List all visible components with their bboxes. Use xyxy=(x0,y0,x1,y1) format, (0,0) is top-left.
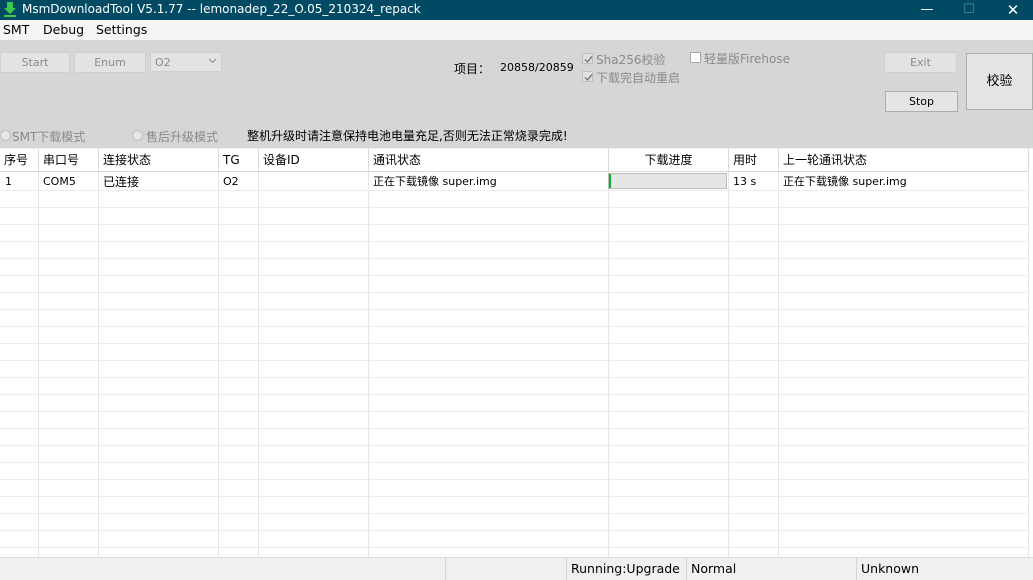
auto-reboot-label: 下载完自动重启 xyxy=(596,71,681,85)
menu-debug[interactable]: Debug xyxy=(43,22,84,37)
start-button[interactable]: Start xyxy=(0,52,70,73)
column-header[interactable]: 连接状态 xyxy=(99,149,219,171)
lite-firehose-checkbox[interactable] xyxy=(690,52,701,63)
column-header[interactable]: 通讯状态 xyxy=(369,149,609,171)
download-progress-bar xyxy=(608,173,727,189)
lite-firehose-label: 轻量版Firehose xyxy=(704,52,790,66)
checkmark-icon xyxy=(584,56,593,64)
smt-mode-label: SMT下载模式 xyxy=(12,130,86,144)
control-panel: Start Enum O2 项目： 20858/20859 Sha256校验 下… xyxy=(0,40,1033,148)
sha256-label: Sha256校验 xyxy=(596,53,666,67)
status-bar: Running:Upgrade Normal Unknown xyxy=(0,557,1033,580)
download-progress-fill xyxy=(609,174,611,188)
minimize-button[interactable]: — xyxy=(904,0,950,20)
window-title: MsmDownloadTool V5.1.77 -- lemonadep_22_… xyxy=(22,2,421,16)
row-prev-status: 正在下载镜像 super.img xyxy=(783,175,907,188)
row-device-id xyxy=(259,173,263,191)
status-mode: Normal xyxy=(686,558,856,580)
close-button[interactable]: ✕ xyxy=(990,0,1033,20)
verify-button[interactable]: 校验 xyxy=(966,53,1033,110)
project-value: 20858/20859 xyxy=(500,61,574,74)
battery-warning: 整机升级时请注意保持电池电量充足,否则无法正常烧录完成! xyxy=(247,129,568,143)
column-header[interactable]: 串口号 xyxy=(39,149,99,171)
column-header[interactable]: TG xyxy=(219,149,259,171)
sha256-checkbox[interactable] xyxy=(582,53,593,64)
maximize-button[interactable]: ☐ xyxy=(946,0,992,20)
table-header: 序号 串口号 连接状态 TG 设备ID 通讯状态 下载进度 用时 上一轮通讯状态 xyxy=(0,149,1029,172)
column-header[interactable]: 上一轮通讯状态 xyxy=(779,149,1029,171)
stop-button[interactable]: Stop xyxy=(885,91,958,112)
after-sales-mode-radio[interactable] xyxy=(132,130,143,141)
target-select-value: O2 xyxy=(155,56,171,69)
menu-settings[interactable]: Settings xyxy=(96,22,147,37)
row-tg: O2 xyxy=(223,175,239,188)
target-select[interactable]: O2 xyxy=(150,52,222,72)
row-comm-status: 正在下载镜像 super.img xyxy=(373,175,497,188)
status-segment-empty xyxy=(445,558,566,580)
column-header[interactable]: 设备ID xyxy=(259,149,369,171)
menu-bar: SMT Debug Settings xyxy=(0,20,1033,40)
column-header[interactable]: 用时 xyxy=(729,149,779,171)
column-header[interactable]: 下载进度 xyxy=(609,149,729,171)
title-bar: MsmDownloadTool V5.1.77 -- lemonadep_22_… xyxy=(0,0,1033,20)
chevron-down-icon xyxy=(208,58,217,64)
row-port: COM5 xyxy=(43,175,76,188)
exit-button[interactable]: Exit xyxy=(884,52,957,73)
status-state: Unknown xyxy=(856,558,1033,580)
smt-mode-radio[interactable] xyxy=(0,130,11,141)
row-elapsed: 13 s xyxy=(733,175,757,188)
menu-smt[interactable]: SMT xyxy=(3,22,29,37)
checkmark-icon xyxy=(584,74,593,82)
row-index: 1 xyxy=(5,175,12,188)
status-running: Running:Upgrade xyxy=(566,558,686,580)
enum-button[interactable]: Enum xyxy=(74,52,146,73)
row-connection: 已连接 xyxy=(103,175,140,189)
device-table: 序号 串口号 连接状态 TG 设备ID 通讯状态 下载进度 用时 上一轮通讯状态… xyxy=(0,149,1033,557)
after-sales-mode-label: 售后升级模式 xyxy=(146,130,219,144)
project-label: 项目： xyxy=(454,62,491,76)
auto-reboot-checkbox[interactable] xyxy=(582,71,593,82)
download-arrow-icon xyxy=(2,1,18,17)
column-header[interactable]: 序号 xyxy=(0,149,39,171)
